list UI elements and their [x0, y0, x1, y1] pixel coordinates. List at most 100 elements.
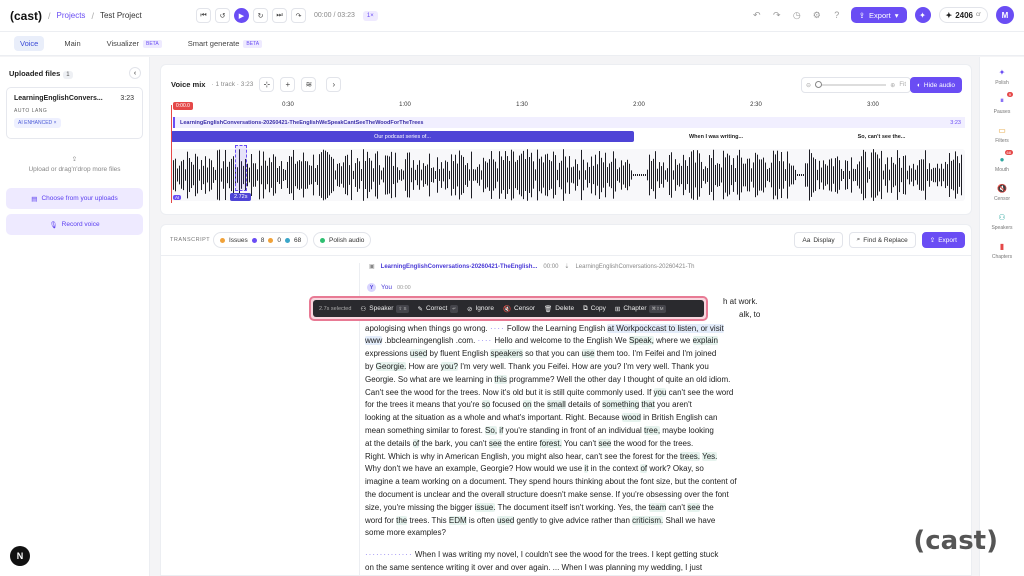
- issues-label: Issues: [229, 236, 248, 244]
- rewind-button[interactable]: ↺: [215, 8, 230, 23]
- speaker-avatar: Y: [367, 283, 376, 292]
- sparkle-icon: ✦: [998, 67, 1006, 77]
- zoom-slider-knob[interactable]: [815, 81, 823, 88]
- delete-action-label: Delete: [555, 305, 575, 312]
- forward-button[interactable]: ↻: [253, 8, 268, 23]
- help-icon[interactable]: ?: [831, 9, 843, 21]
- skip-back-button[interactable]: ⏮: [196, 8, 211, 23]
- zoom-slider[interactable]: [815, 81, 887, 88]
- transport-controls: ⏮ ↺ ▶ ↻ ⏭ ↷ 00:00 / 03:23 1×: [196, 8, 378, 23]
- shortcut-badge: ⌘⇧M: [649, 304, 666, 313]
- settings-icon[interactable]: ⚙: [811, 9, 823, 21]
- playhead[interactable]: [171, 105, 172, 203]
- voice-mix-subtitle: · 1 track · 3:23: [211, 81, 254, 88]
- delete-action-button[interactable]: 🗑 Delete: [544, 305, 574, 313]
- zoom-fit-button[interactable]: Fit: [899, 82, 906, 88]
- segment-1[interactable]: Our podcast series of...: [171, 131, 634, 142]
- trash-icon: 🗑: [544, 305, 553, 313]
- transcript-file-ref[interactable]: LearningEnglishConversations-20260421-Th: [575, 264, 694, 270]
- correct-action-button[interactable]: ✎ Correct ↵: [418, 304, 459, 313]
- export-icon: ⇪: [858, 10, 866, 20]
- rail-item-filters[interactable]: ▭ Filters: [980, 124, 1024, 145]
- layers-button[interactable]: ≋: [301, 77, 317, 92]
- segment-2[interactable]: When I was writing...: [636, 131, 796, 142]
- transcript-line: ············· When I was writing my nove…: [365, 550, 719, 559]
- paragraph-end: on the same sentence writing it over and…: [365, 562, 703, 572]
- rail-item-pauses[interactable]: ⏸ 9 Pauses: [980, 92, 1024, 115]
- transcript-line: Right. Which is why in American English,…: [365, 451, 718, 461]
- credits-value: 2406: [955, 10, 973, 20]
- transcript-text[interactable]: apologising when things go wrong. ···· F…: [365, 297, 770, 540]
- choose-uploads-button[interactable]: ▤ Choose from your uploads: [6, 188, 143, 209]
- rail-item-speakers[interactable]: ⚇ Speakers: [980, 211, 1024, 232]
- collapse-panel-button[interactable]: ‹: [129, 67, 141, 79]
- zoom-out-icon[interactable]: ⊖: [806, 82, 811, 89]
- chevron-left-icon: ‹: [133, 69, 137, 77]
- speaker-action-button[interactable]: ⚇ Speaker ⇧ S: [360, 304, 409, 313]
- purple-dot-icon: [251, 237, 257, 243]
- ignore-action-button[interactable]: ⊘ Ignore: [467, 305, 494, 313]
- speaker-name[interactable]: You: [381, 284, 392, 291]
- skip-forward-button[interactable]: ⏭: [272, 8, 287, 23]
- transcript-line: on the same sentence writing it over and…: [365, 562, 770, 575]
- transcript-line: apologising when things go wrong. ···· F…: [365, 323, 724, 333]
- undo-icon[interactable]: ↶: [751, 9, 763, 21]
- copy-action-button[interactable]: ⧉ Copy: [583, 305, 606, 313]
- speaker-time: 00:00: [396, 284, 411, 291]
- next-button[interactable]: ›: [326, 77, 342, 92]
- tab-voice[interactable]: Voice: [14, 36, 45, 51]
- ai-assistant-button[interactable]: ✦: [914, 7, 931, 23]
- track-title-bar[interactable]: LearningEnglishConversations-20260421-Th…: [173, 117, 965, 128]
- split-button[interactable]: ⊹: [259, 77, 275, 92]
- hide-audio-button[interactable]: ◐ Hide audio: [909, 77, 962, 93]
- ruler-tick: 2:00: [633, 102, 645, 108]
- rail-item-censor[interactable]: 🔇 Censor: [980, 182, 1024, 203]
- uploaded-files-panel: Uploaded files 1 ‹ LearningEnglishConvers…: [0, 57, 150, 576]
- chapter-action-button[interactable]: ⊞ Chapter ⌘⇧M: [615, 304, 666, 313]
- audio-waveform[interactable]: [171, 149, 965, 201]
- view-tabs: Voice Main Visualizer BETA Smart generate…: [0, 32, 1024, 56]
- censor-action-button[interactable]: 🔇 Censor: [503, 305, 535, 313]
- playback-speed[interactable]: 1×: [362, 10, 378, 21]
- transcript-file-name[interactable]: LearningEnglishConversations-20260421-Th…: [381, 264, 538, 270]
- polish-audio-button[interactable]: Polish audio: [313, 232, 372, 248]
- play-button[interactable]: ▶: [234, 8, 249, 23]
- export-button[interactable]: ⇪ Export ▾: [850, 7, 907, 23]
- history-icon[interactable]: ◷: [791, 9, 803, 21]
- rail-item-chapters[interactable]: ▮ Chapters: [980, 240, 1024, 261]
- transcript-paragraph[interactable]: ············· When I was writing my nove…: [365, 549, 770, 575]
- display-button[interactable]: Aa Display: [794, 232, 843, 248]
- tab-main[interactable]: Main: [58, 36, 86, 51]
- rail-badge: 68: [1004, 150, 1013, 155]
- transcript-export-button[interactable]: ⇪ Export: [921, 232, 965, 248]
- notifications-badge[interactable]: N: [10, 546, 30, 566]
- app-logo[interactable]: (cast): [10, 9, 42, 23]
- hide-audio-label: Hide audio: [923, 81, 955, 89]
- language-tag[interactable]: AUTO LANG: [14, 108, 135, 114]
- time-ruler[interactable]: 0:00.0 0:30 1:00 1:30 2:00 2:30 3:00: [173, 102, 965, 114]
- record-voice-button[interactable]: 🎙 Record voice: [6, 214, 143, 235]
- tab-smart-generate[interactable]: Smart generate BETA: [182, 36, 268, 51]
- rail-item-mouth[interactable]: ● 68 Mouth: [980, 150, 1024, 173]
- chapter-action-label: Chapter: [623, 305, 647, 312]
- find-replace-button[interactable]: ⌕ Find & Replace: [848, 232, 916, 248]
- upload-dropzone[interactable]: ⇪ Upload or drag'n'drop more files: [6, 145, 143, 183]
- tab-visualizer[interactable]: Visualizer BETA: [101, 36, 168, 51]
- speaker-row[interactable]: Y You 00:00: [367, 283, 411, 292]
- selection-region[interactable]: [235, 145, 247, 191]
- user-avatar[interactable]: M: [996, 6, 1014, 24]
- add-track-button[interactable]: +: [280, 77, 296, 92]
- ruler-tick: 3:00: [867, 102, 879, 108]
- zoom-in-icon[interactable]: ⊕: [890, 82, 895, 89]
- credits-display[interactable]: ✦ 2406 cr: [938, 7, 988, 23]
- rail-item-polish[interactable]: ✦ Polish: [980, 66, 1024, 87]
- close-icon[interactable]: ×: [54, 120, 57, 126]
- segment-3[interactable]: So, can't see the...: [798, 131, 965, 142]
- transcript-header: TRANSCRIPT Issues 8 0 68 Polish audio Aa…: [161, 225, 971, 256]
- redo-jump-button[interactable]: ↷: [291, 8, 306, 23]
- redo-icon[interactable]: ↷: [771, 9, 783, 21]
- breadcrumb-projects[interactable]: Projects: [57, 11, 86, 20]
- file-card[interactable]: LearningEnglishConvers... 3:23 AUTO LANG…: [6, 87, 143, 139]
- issues-pill[interactable]: Issues 8 0 68: [213, 232, 309, 248]
- ai-enhanced-tag[interactable]: AI ENHANCED ×: [14, 118, 61, 128]
